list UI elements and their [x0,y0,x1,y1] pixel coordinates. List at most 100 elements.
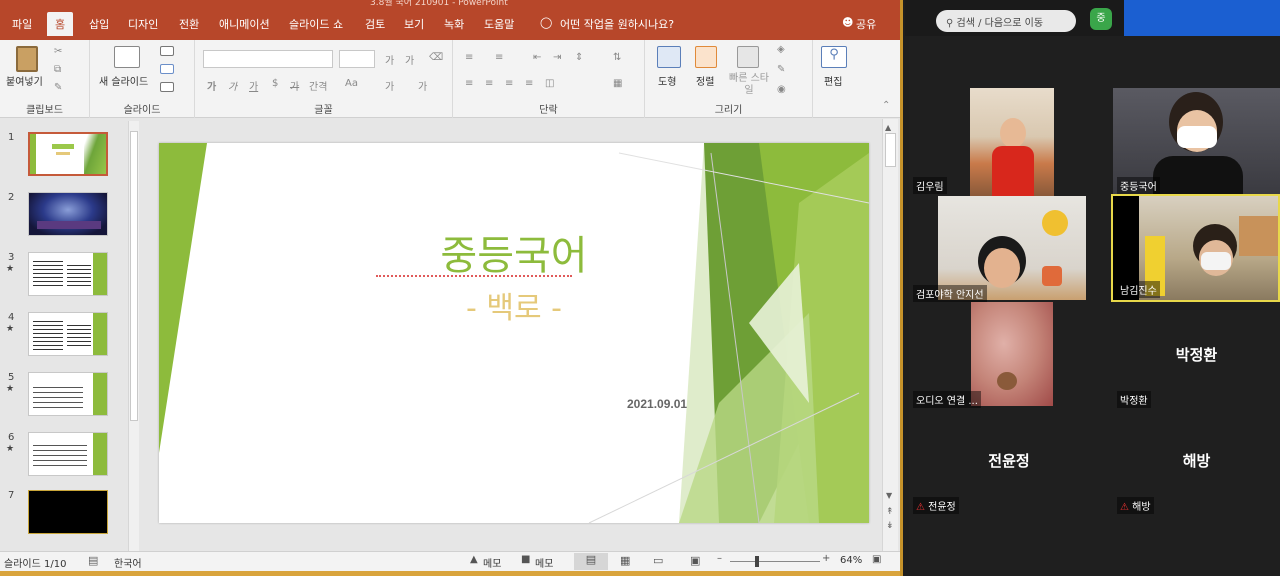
italic-button[interactable]: 가 [228,78,237,93]
participant-tile[interactable]: 중등국어 [1113,88,1280,196]
numbering-icon[interactable]: ≡ [495,52,503,63]
shrink-font-icon[interactable]: 가 [405,52,414,67]
tab-help[interactable]: 도움말 [484,16,514,32]
thumbnail-slide-6[interactable] [28,432,108,476]
tab-animations[interactable]: 애니메이션 [219,16,270,32]
slide-sorter-icon[interactable]: ▦ [620,554,630,567]
line-spacing-icon[interactable]: ⇕ [575,52,583,63]
tab-design[interactable]: 디자인 [128,16,158,32]
highlight-button[interactable]: 가 [385,78,394,93]
tell-me-box[interactable]: 어떤 작업을 원하시나요? [560,16,674,32]
slideshow-icon[interactable]: ▣ [690,554,700,567]
zoom-in-icon[interactable]: + [822,553,830,564]
reading-view-icon[interactable]: ▭ [653,554,663,567]
collapse-ribbon-icon[interactable]: ⌃ [882,100,890,111]
shape-outline-icon[interactable]: ✎ [777,64,785,75]
columns-icon[interactable]: ◫ [545,78,554,89]
format-painter-icon[interactable]: ✎ [54,82,62,93]
bullets-icon[interactable]: ≡ [465,52,473,63]
share-button[interactable]: 공유 [856,16,876,32]
thumbnail-slide-5[interactable] [28,372,108,416]
tab-view[interactable]: 보기 [404,16,424,32]
slide-canvas[interactable]: 중등국어 - 백로 - 2021.09.01 [159,143,869,523]
indent-decrease-icon[interactable]: ⇤ [533,52,541,63]
editor-scrollbar[interactable]: ▲ ▼ ↟ ↡ [882,119,898,551]
zoom-level[interactable]: 64% [840,555,862,566]
scroll-up-icon[interactable]: ▲ [885,123,896,132]
zoom-out-icon[interactable]: – [717,553,722,564]
participant-tile[interactable]: 검포야학 안지선 [909,196,1109,304]
font-name-box[interactable] [203,50,333,68]
language[interactable]: 한국어 [114,555,142,570]
participant-tile[interactable]: 박정환 박정환 [1113,302,1280,410]
change-case-button[interactable]: Aa [345,78,358,89]
thumbnail-slide-1[interactable] [28,132,108,176]
font-size-box[interactable] [339,50,375,68]
section-icon[interactable] [160,82,174,92]
tab-review[interactable]: 검토 [365,16,385,32]
align-center-icon[interactable]: ≡ [485,78,493,89]
strike-button[interactable]: 가 [290,78,299,93]
cut-icon[interactable]: ✂ [54,46,62,57]
indent-increase-icon[interactable]: ⇥ [553,52,561,63]
zoom-slider-handle[interactable] [755,556,759,567]
smartart-icon[interactable]: ▦ [613,78,622,89]
zoom-app-icon[interactable]: 중 [1090,8,1112,30]
scroll-down-icon[interactable]: ▼ [886,491,892,500]
align-left-icon[interactable]: ≡ [465,78,473,89]
zoom-search-box[interactable]: ⚲ 검색 / 다음으로 이동 [936,10,1076,32]
arrange-button[interactable]: 정렬 [696,73,714,88]
editing-button[interactable]: 편집 [824,73,842,88]
spacing-button[interactable]: 간격 [309,78,327,93]
normal-view-icon[interactable]: ▤ [574,553,608,570]
shape-fill-icon[interactable]: ◈ [777,44,785,55]
copy-icon[interactable]: ⧉ [54,64,61,75]
participant-tile[interactable]: 오디오 연결 ... [909,302,1109,410]
tab-insert[interactable]: 삽입 [89,16,109,32]
comments-button[interactable]: 메모 [535,555,553,570]
notes-button[interactable]: 메모 [483,555,501,570]
layout-icon[interactable] [160,46,174,56]
font-color-button[interactable]: 가 [418,78,427,93]
shape-effects-icon[interactable]: ◉ [777,84,786,95]
underline-button[interactable]: 가 [249,78,258,93]
paste-button[interactable]: 붙여넣기 [6,73,43,88]
ribbon-tabs: 파일 홈 삽입 디자인 전환 애니메이션 슬라이드 쇼 검토 보기 녹화 도움말… [0,8,900,40]
clear-format-icon[interactable]: ⌫ [429,52,443,63]
justify-icon[interactable]: ≡ [525,78,533,89]
paste-icon [16,46,38,72]
thumbnail-slide-7[interactable] [28,490,108,534]
tab-transitions[interactable]: 전환 [179,16,199,32]
slide-title[interactable]: 중등국어 [159,223,869,281]
grow-font-icon[interactable]: 가 [385,52,394,67]
tab-record[interactable]: 녹화 [444,16,464,32]
thumbnail-slide-3[interactable] [28,252,108,296]
editor-scroll-thumb[interactable] [885,133,896,167]
shapes-button[interactable]: 도형 [658,73,676,88]
thumbnail-slide-2[interactable] [28,192,108,236]
thumbnail-slide-4[interactable] [28,312,108,356]
thumbnail-scrollbar[interactable] [128,121,139,551]
new-slide-button[interactable]: 새 슬라이드 [99,73,148,88]
accessibility-icon[interactable]: ▤ [88,554,98,567]
participant-tile[interactable]: 해방 ⚠ 해방 [1113,408,1280,516]
tab-file[interactable]: 파일 [12,16,32,32]
align-right-icon[interactable]: ≡ [505,78,513,89]
shadow-button[interactable]: $ [272,78,278,89]
zoom-slider[interactable] [730,561,820,562]
participant-tile[interactable]: 전윤정 ⚠ 전윤정 [909,408,1109,516]
slide-subtitle[interactable]: - 백로 - [159,283,869,327]
prev-slide-icon[interactable]: ↟ [886,507,894,517]
quick-styles-button[interactable]: 빠른 스타일 [727,73,771,97]
reset-icon[interactable] [160,64,174,74]
participant-tile[interactable]: 김우림 [909,88,1109,196]
tab-home[interactable]: 홈 [47,12,74,36]
slide-date[interactable]: 2021.09.01 [627,397,687,411]
participant-tile-active[interactable]: 남김진수 [1111,194,1280,302]
thumbnail-scroll-thumb[interactable] [130,131,138,421]
fit-slide-icon[interactable]: ▣ [872,554,881,565]
tab-slideshow[interactable]: 슬라이드 쇼 [289,16,343,32]
text-direction-icon[interactable]: ⇅ [613,52,621,63]
bold-button[interactable]: 가 [207,78,216,93]
next-slide-icon[interactable]: ↡ [886,521,894,531]
